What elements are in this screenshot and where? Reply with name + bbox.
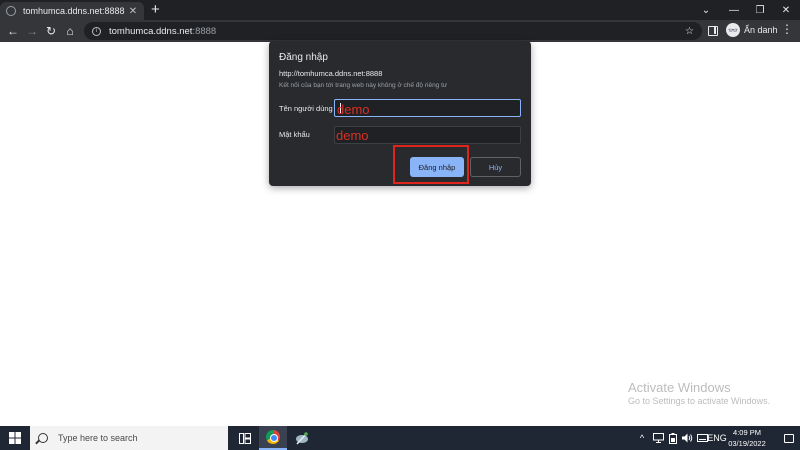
satellite-app-icon bbox=[296, 432, 308, 445]
tab-search-icon[interactable]: ⌄ bbox=[692, 0, 720, 20]
clock-date: 03/19/2022 bbox=[728, 439, 766, 448]
speaker-icon bbox=[681, 433, 692, 443]
site-info-icon[interactable]: i bbox=[92, 26, 101, 36]
tab-title: tomhumca.ddns.net:8888 bbox=[23, 6, 125, 16]
back-button[interactable]: ← bbox=[4, 20, 22, 42]
tab-close-icon[interactable]: ✕ bbox=[128, 6, 138, 17]
battery-icon[interactable] bbox=[666, 426, 680, 450]
login-button-highlight bbox=[393, 145, 469, 184]
task-view-icon bbox=[239, 432, 251, 444]
side-panel-icon[interactable] bbox=[708, 26, 718, 36]
globe-icon bbox=[6, 6, 16, 16]
keyboard-icon bbox=[696, 434, 708, 442]
task-view-button[interactable] bbox=[231, 426, 259, 450]
windows-logo-icon bbox=[9, 432, 21, 444]
activation-watermark-title: Activate Windows bbox=[628, 380, 731, 395]
activation-watermark-subtitle: Go to Settings to activate Windows. bbox=[628, 396, 771, 406]
browser-menu-button[interactable]: ⋮ bbox=[781, 22, 793, 36]
minimize-button[interactable]: — bbox=[720, 0, 748, 20]
cancel-button[interactable]: Hủy bbox=[470, 157, 521, 177]
tray-overflow-button[interactable]: ^ bbox=[636, 426, 648, 450]
address-bar[interactable]: i tomhumca.ddns.net :8888 ☆ bbox=[84, 22, 702, 40]
incognito-label[interactable]: Ẩn danh bbox=[744, 25, 778, 35]
bookmark-star-icon[interactable]: ☆ bbox=[685, 26, 694, 37]
network-icon[interactable] bbox=[651, 426, 665, 450]
taskbar-clock[interactable]: 4:09 PM 03/19/2022 bbox=[724, 427, 770, 449]
dialog-title: Đăng nhập bbox=[279, 52, 328, 63]
username-annotation: demo bbox=[337, 102, 370, 117]
address-host: tomhumca.ddns.net bbox=[109, 25, 193, 37]
taskbar-search-box[interactable]: Type here to search bbox=[30, 426, 228, 450]
password-annotation: demo bbox=[336, 128, 369, 143]
username-label: Tên người dùng bbox=[279, 104, 333, 113]
taskbar-search-placeholder: Type here to search bbox=[58, 433, 138, 443]
restore-button[interactable]: ❐ bbox=[746, 0, 774, 20]
taskbar-pinned-app[interactable] bbox=[288, 426, 316, 450]
battery-icon-shape bbox=[669, 432, 677, 444]
home-button[interactable]: ⌂ bbox=[61, 20, 79, 42]
dialog-url: http://tomhumca.ddns.net:8888 bbox=[279, 69, 383, 78]
volume-icon[interactable] bbox=[680, 426, 694, 450]
dialog-privacy-note: Kết nối của bạn tới trang web này không … bbox=[279, 82, 448, 89]
new-tab-button[interactable]: + bbox=[151, 2, 160, 18]
close-window-button[interactable]: ✕ bbox=[772, 0, 800, 20]
notification-center-button[interactable] bbox=[780, 426, 798, 450]
network-icon-shape bbox=[652, 433, 664, 443]
search-icon bbox=[38, 433, 48, 443]
onscreen-keyboard-icon[interactable] bbox=[696, 426, 708, 450]
clock-time: 4:09 PM bbox=[733, 428, 761, 437]
browser-tab[interactable]: tomhumca.ddns.net:8888 ✕ bbox=[0, 2, 144, 20]
notification-icon bbox=[784, 433, 794, 443]
reload-button[interactable]: ↻ bbox=[42, 20, 60, 42]
forward-button[interactable]: → bbox=[23, 20, 41, 42]
incognito-icon[interactable]: 👓 bbox=[726, 23, 740, 37]
address-port: :8888 bbox=[192, 25, 217, 37]
taskbar-chrome-app[interactable] bbox=[259, 426, 287, 450]
password-label: Mật khẩu bbox=[279, 130, 310, 139]
chrome-icon bbox=[266, 430, 280, 444]
start-button[interactable] bbox=[0, 426, 30, 450]
